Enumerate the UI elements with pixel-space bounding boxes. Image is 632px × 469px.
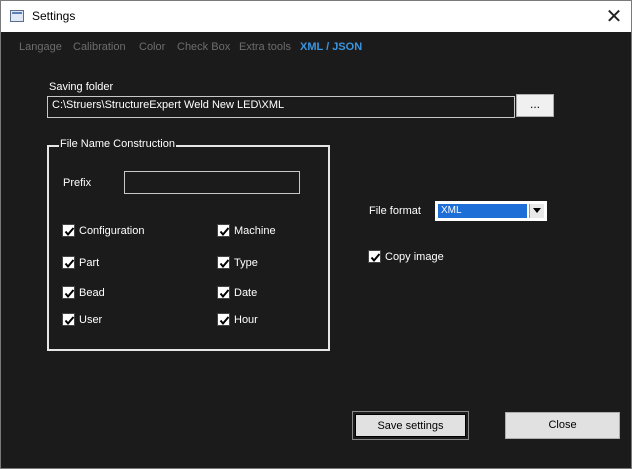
tab-calibration[interactable]: Calibration	[73, 41, 126, 53]
file-format-label: File format	[369, 205, 421, 217]
tab-check-box[interactable]: Check Box	[177, 41, 230, 53]
copy-image-label: Copy image	[385, 251, 444, 263]
type-label: Type	[234, 257, 258, 269]
tab-color[interactable]: Color	[139, 41, 165, 53]
window-close-icon[interactable]: ✕	[597, 3, 631, 30]
user-checkbox[interactable]	[62, 313, 75, 326]
saving-folder-label: Saving folder	[49, 81, 114, 93]
machine-checkbox[interactable]	[217, 224, 230, 237]
title-bar: Settings ✕	[1, 1, 631, 32]
browse-folder-button[interactable]: ...	[516, 94, 554, 117]
configuration-label: Configuration	[79, 225, 145, 237]
machine-label: Machine	[234, 225, 276, 237]
tab-langage[interactable]: Langage	[19, 41, 62, 53]
tab-extra-tools[interactable]: Extra tools	[239, 41, 291, 53]
part-label: Part	[79, 257, 100, 269]
tab-xml-json[interactable]: XML / JSON	[300, 41, 362, 53]
hour-checkbox[interactable]	[217, 313, 230, 326]
prefix-input[interactable]	[124, 171, 300, 194]
bead-label: Bead	[79, 287, 105, 299]
window-title: Settings	[32, 9, 76, 23]
type-checkbox[interactable]	[217, 256, 230, 269]
close-button[interactable]: Close	[505, 412, 620, 439]
settings-panel: Langage Calibration Color Check Box Extr…	[1, 32, 631, 468]
prefix-label: Prefix	[63, 177, 92, 189]
saving-folder-path[interactable]: C:\Struers\StructureExpert Weld New LED\…	[47, 96, 515, 118]
chevron-down-icon[interactable]	[529, 204, 544, 218]
settings-window: Settings ✕ Langage Calibration Color Che…	[0, 0, 632, 469]
bead-checkbox[interactable]	[62, 286, 75, 299]
user-label: User	[79, 314, 103, 326]
date-label: Date	[234, 287, 258, 299]
copy-image-checkbox[interactable]	[368, 250, 381, 263]
date-checkbox[interactable]	[217, 286, 230, 299]
part-checkbox[interactable]	[62, 256, 75, 269]
app-window-icon	[10, 10, 24, 22]
save-settings-button[interactable]: Save settings	[352, 411, 469, 440]
hour-label: Hour	[234, 314, 258, 326]
file-format-selected: XML	[438, 204, 527, 218]
configuration-checkbox[interactable]	[62, 224, 75, 237]
file-format-dropdown[interactable]: XML	[435, 201, 547, 221]
file-name-construction-legend: File Name Construction	[59, 138, 176, 150]
